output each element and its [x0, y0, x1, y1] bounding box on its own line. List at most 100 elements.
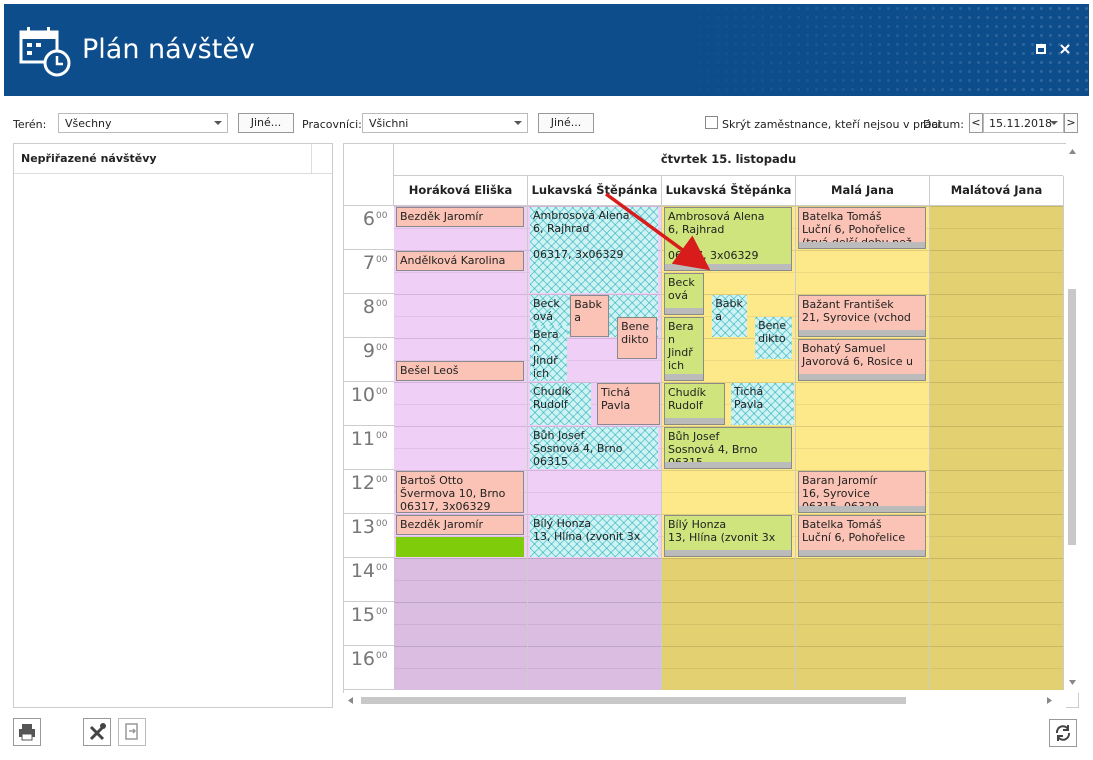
vertical-scroll-thumb[interactable] — [1068, 289, 1076, 545]
time-gridline — [930, 602, 1063, 603]
time-gridline — [394, 624, 527, 625]
visit-event[interactable]: Batelka Tomáš Luční 6, Pohořelice (trvá … — [798, 207, 927, 249]
scroll-left-icon[interactable] — [348, 697, 353, 704]
employee-column-header[interactable]: Malátová Jana — [930, 176, 1064, 206]
prev-date-button[interactable]: < — [969, 113, 983, 133]
visit-event[interactable]: Bera n Jindř ich — [664, 317, 704, 381]
pracovnici-select[interactable]: Všichni — [362, 113, 528, 133]
time-gridline — [394, 404, 527, 405]
unassigned-visits-title: Nepřiřazené návštěvy — [21, 152, 157, 165]
visit-event[interactable]: Babk a — [712, 295, 747, 337]
hour-label: 15 00 — [344, 602, 394, 646]
time-gridline — [796, 250, 929, 251]
hide-absent-checkbox[interactable] — [705, 116, 718, 129]
visit-event[interactable]: Baran Jaromír 16, Syrovice 06315, 06329 — [798, 471, 927, 513]
visit-event[interactable]: Bůh Josef Sosnová 4, Brno 06315 — [530, 427, 658, 469]
employee-column[interactable] — [394, 206, 528, 690]
scroll-down-icon[interactable] — [1069, 680, 1076, 685]
visit-event[interactable]: Bažant František 21, Syrovice (vchod — [798, 295, 927, 337]
chevron-down-icon — [214, 121, 222, 125]
refresh-button[interactable] — [1049, 719, 1077, 747]
employee-column-header[interactable]: Lukavská Štěpánka — [662, 176, 796, 206]
employee-column[interactable] — [930, 206, 1064, 690]
time-gridline — [662, 558, 795, 559]
visit-event[interactable]: Bohatý Samuel Javorová 6, Rosice u — [798, 339, 927, 381]
event-status-bar — [665, 550, 792, 556]
hour-number: 9 — [362, 340, 375, 362]
time-gridline — [930, 338, 1063, 339]
visit-event[interactable]: Bílý Honza 13, Hlína (zvonit 3x — [530, 515, 658, 557]
minute-number: 00 — [376, 607, 388, 617]
visit-event[interactable]: Bezděk Jaromír — [396, 515, 525, 535]
time-gridline — [796, 558, 929, 559]
teren-select[interactable]: Všechny — [58, 113, 228, 133]
unassigned-visits-panel[interactable]: Nepřiřazené návštěvy — [13, 143, 333, 708]
hide-absent-label: Skrýt zaměstnance, kteří nejsou v práci — [722, 118, 941, 131]
pracovnici-label: Pracovníci: — [302, 118, 362, 131]
visit-event[interactable] — [396, 537, 525, 557]
minute-number: 00 — [376, 387, 388, 397]
employee-column-header[interactable]: Horáková Eliška — [394, 176, 528, 206]
time-gridline — [662, 580, 795, 581]
time-gridline — [662, 602, 795, 603]
hour-label: 14 00 — [344, 558, 394, 602]
visit-event[interactable]: Tichá Pavla — [731, 383, 794, 425]
close-icon[interactable] — [1058, 42, 1072, 56]
export-button[interactable] — [118, 718, 146, 746]
visit-event[interactable]: Bene dikto — [617, 317, 657, 359]
time-gridline — [930, 558, 1063, 559]
date-input[interactable]: 15.11.2018 — [983, 113, 1064, 133]
chevron-down-icon — [1050, 121, 1058, 125]
time-gridline — [930, 360, 1063, 361]
event-status-bar — [665, 374, 703, 380]
print-button[interactable] — [13, 718, 41, 746]
time-gridline — [394, 668, 527, 669]
minute-number: 00 — [376, 343, 388, 353]
employee-column-header[interactable]: Lukavská Štěpánka — [528, 176, 662, 206]
visit-event[interactable]: Bera n Jindř ich — [530, 326, 567, 381]
visit-event[interactable]: Ambrosová Alena 6, Rajhrad 06317, 3x0632… — [664, 207, 793, 271]
vertical-scrollbar[interactable] — [1066, 143, 1079, 693]
visit-event[interactable]: Chudík Rudolf — [530, 383, 591, 425]
time-gridline — [930, 646, 1063, 647]
visit-event[interactable]: Andělková Karolina — [396, 251, 525, 271]
time-gridline — [394, 426, 527, 427]
visit-event[interactable]: Batelka Tomáš Luční 6, Pohořelice — [798, 515, 927, 557]
scroll-up-icon[interactable] — [1069, 149, 1076, 154]
horizontal-scrollbar[interactable] — [343, 693, 1066, 708]
settings-button[interactable] — [83, 718, 111, 746]
teren-other-button[interactable]: Jiné... — [238, 113, 294, 133]
time-gridline — [796, 602, 929, 603]
pracovnici-other-button[interactable]: Jiné... — [538, 113, 594, 133]
visit-event[interactable]: Bílý Honza 13, Hlína (zvonit 3x — [664, 515, 793, 557]
time-gridline — [930, 470, 1063, 471]
maximize-icon[interactable] — [1034, 42, 1048, 56]
schedule-grid[interactable]: čtvrtek 15. listopadu 6 00 7 00 8 00 9 00 10 00 11… — [343, 143, 1079, 708]
horizontal-scroll-thumb[interactable] — [361, 697, 906, 704]
minute-number: 00 — [376, 519, 388, 529]
visit-event[interactable]: Bene dikto — [755, 317, 792, 359]
hour-number: 14 — [350, 560, 375, 582]
visit-event[interactable]: Ambrosová Alena 6, Rajhrad 06317, 3x0632… — [530, 207, 658, 293]
refresh-icon — [1055, 725, 1071, 741]
employee-column[interactable] — [796, 206, 930, 690]
visit-event[interactable]: Bezděk Jaromír — [396, 207, 525, 227]
visit-event[interactable]: Beck ová — [664, 273, 704, 315]
visit-event[interactable]: Tichá Pavla — [597, 383, 660, 425]
hour-number: 16 — [350, 648, 375, 670]
visit-event[interactable]: Bartoš Otto Švermova 10, Brno 06317, 3x0… — [396, 471, 525, 513]
date-value: 15.11.2018 — [989, 117, 1052, 130]
visit-event[interactable]: Chudík Rudolf — [664, 383, 726, 425]
time-gridline — [930, 316, 1063, 317]
next-date-button[interactable]: > — [1064, 113, 1078, 133]
hour-label: 12 00 — [344, 470, 394, 514]
hour-number: 6 — [362, 208, 375, 230]
time-gridline — [796, 272, 929, 273]
visit-event[interactable]: Bůh Josef Sosnová 4, Brno 06315 — [664, 427, 793, 469]
visit-event[interactable]: Bešel Leoš — [396, 361, 525, 381]
employee-column-header[interactable]: Malá Jana — [796, 176, 930, 206]
time-gridline — [930, 580, 1063, 581]
scroll-right-icon[interactable] — [1047, 697, 1052, 704]
teren-value: Všechny — [65, 117, 112, 130]
visit-event[interactable]: Babk a — [570, 295, 609, 337]
